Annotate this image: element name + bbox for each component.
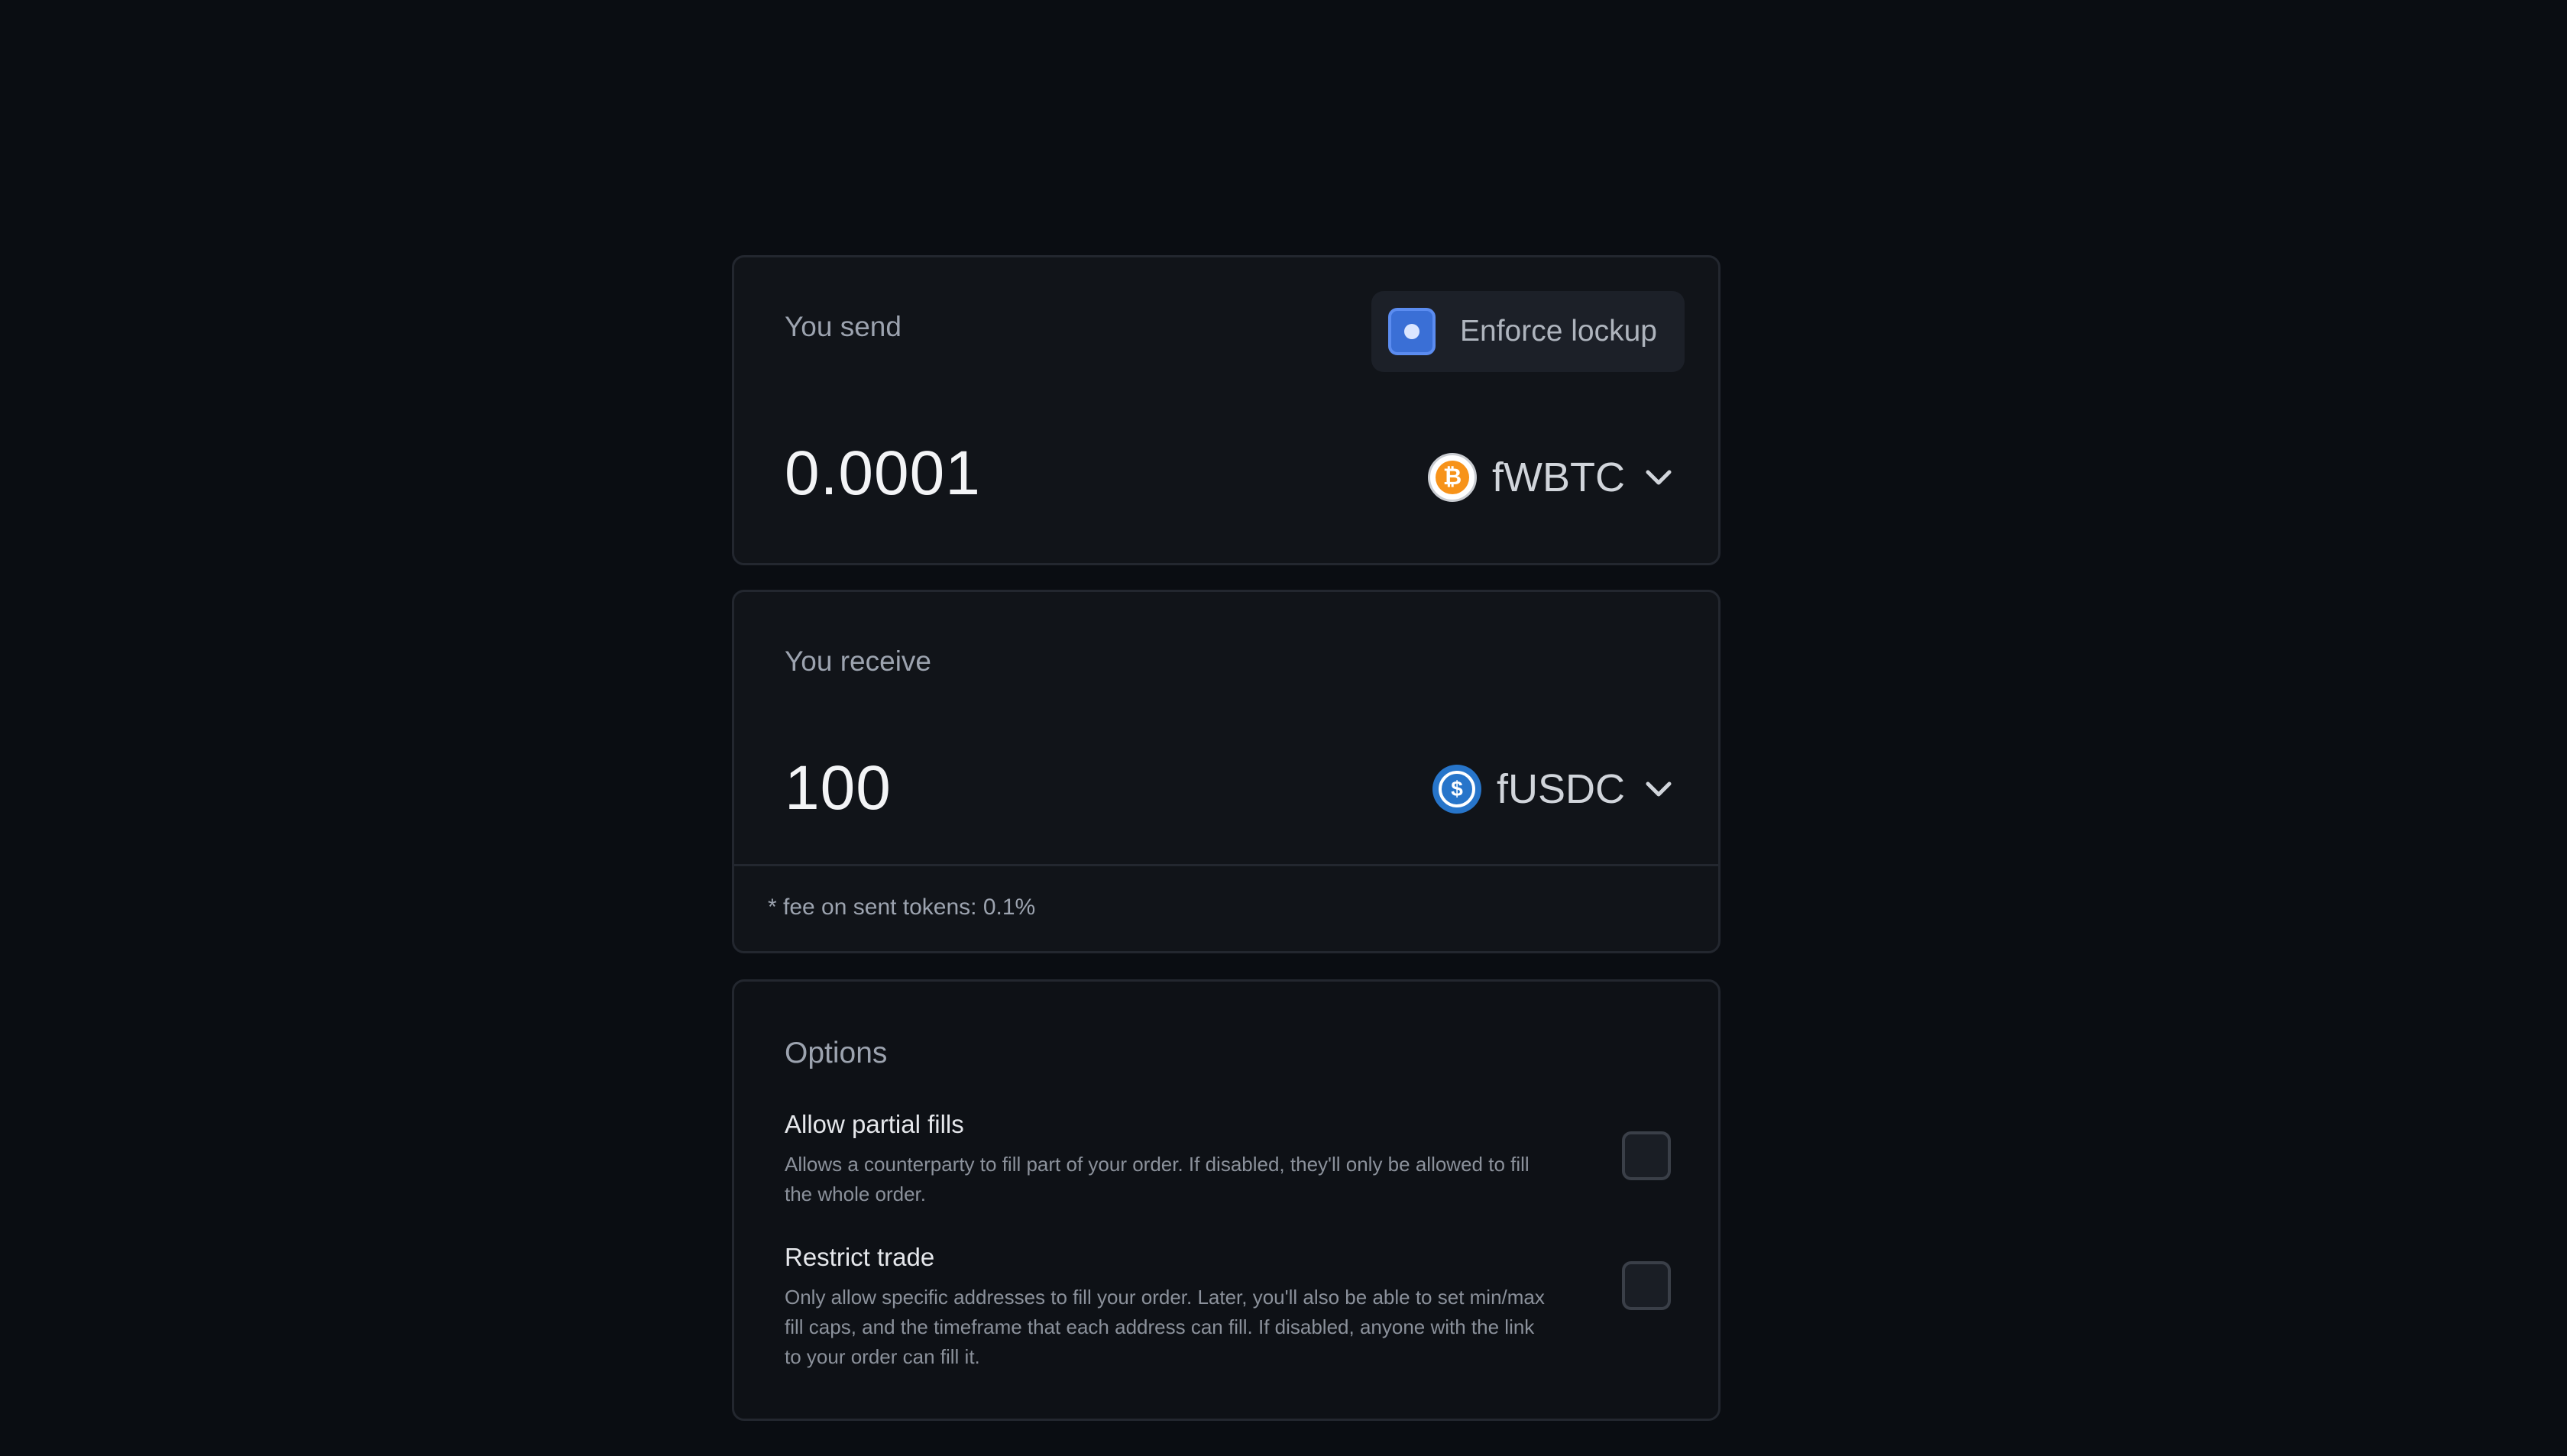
option-name: Restrict trade bbox=[785, 1243, 935, 1271]
usdc-icon: $ bbox=[1432, 765, 1481, 814]
option-description: Allows a counterparty to fill part of yo… bbox=[785, 1153, 1530, 1205]
send-card: You send Enforce lockup 0.0001 ₿ fWBTC bbox=[732, 255, 1721, 565]
divider bbox=[734, 864, 1718, 866]
send-label: You send bbox=[785, 311, 902, 342]
send-token-selector[interactable]: ₿ fWBTC bbox=[1428, 453, 1674, 502]
option-restrict-trade: Restrict trade Only allow specific addre… bbox=[785, 1243, 1671, 1372]
option-allow-partial-fills: Allow partial fills Allows a counterpart… bbox=[785, 1110, 1671, 1209]
option-description: Only allow specific addresses to fill yo… bbox=[785, 1286, 1545, 1368]
swap-form: You send Enforce lockup 0.0001 ₿ fWBTC Y… bbox=[732, 255, 1721, 1421]
checked-dot-icon bbox=[1404, 324, 1419, 339]
restrict-trade-checkbox[interactable] bbox=[1622, 1261, 1671, 1310]
options-card: Options Allow partial fills Allows a cou… bbox=[732, 979, 1721, 1421]
receive-token-name: fUSDC bbox=[1496, 766, 1625, 812]
chevron-down-icon bbox=[1646, 470, 1672, 485]
page: { "send": { "label": "You send", "amount… bbox=[0, 0, 2567, 1456]
chevron-down-icon bbox=[1646, 781, 1672, 797]
send-amount-input[interactable]: 0.0001 bbox=[785, 438, 981, 510]
allow-partial-fills-checkbox[interactable] bbox=[1622, 1131, 1671, 1180]
receive-amount-input[interactable]: 100 bbox=[785, 752, 892, 824]
option-name: Allow partial fills bbox=[785, 1110, 964, 1138]
enforce-lockup-toggle[interactable]: Enforce lockup bbox=[1371, 291, 1685, 372]
fee-note: * fee on sent tokens: 0.1% bbox=[768, 895, 1036, 920]
receive-card: You receive 100 $ fUSDC * fee on sent to… bbox=[732, 590, 1721, 953]
enforce-lockup-label: Enforce lockup bbox=[1460, 315, 1657, 348]
options-title: Options bbox=[785, 1037, 888, 1069]
send-token-name: fWBTC bbox=[1492, 455, 1625, 500]
enforce-lockup-checkbox[interactable] bbox=[1388, 308, 1436, 355]
bitcoin-icon: ₿ bbox=[1428, 453, 1478, 502]
receive-token-selector[interactable]: $ fUSDC bbox=[1432, 765, 1674, 814]
receive-label: You receive bbox=[785, 645, 931, 677]
